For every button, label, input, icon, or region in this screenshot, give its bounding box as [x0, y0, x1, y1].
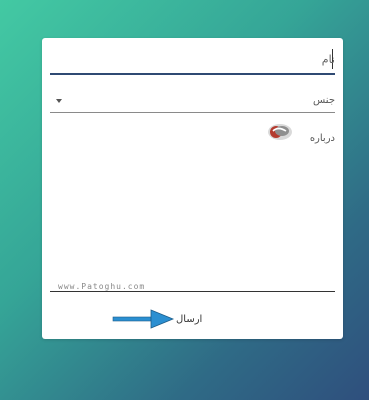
gender-select[interactable]: جنس — [50, 90, 335, 113]
chevron-down-icon[interactable] — [56, 99, 62, 103]
name-field[interactable]: نام — [50, 49, 335, 75]
gender-label: جنس — [313, 95, 335, 106]
patoghu-logo-icon — [268, 124, 292, 140]
form-card: نام جنس درباره www.Patoghu.com ارسال — [42, 38, 343, 339]
name-placeholder: نام — [321, 53, 335, 66]
arrow-right-icon — [112, 309, 175, 329]
about-textarea[interactable] — [50, 291, 335, 292]
about-label: درباره — [309, 133, 335, 144]
submit-button[interactable]: ارسال — [176, 314, 202, 325]
watermark-text: www.Patoghu.com — [58, 282, 146, 291]
